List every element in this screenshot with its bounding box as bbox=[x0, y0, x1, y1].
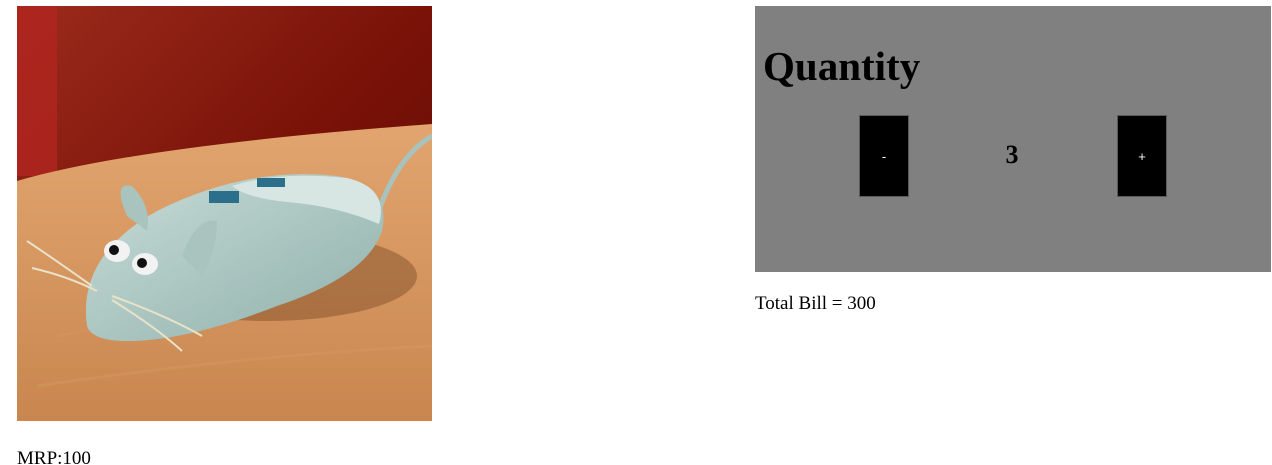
total-bill-text: Total Bill = 300 bbox=[755, 293, 876, 314]
increment-button[interactable]: + bbox=[1117, 115, 1167, 197]
mrp-text: MRP:100 bbox=[17, 448, 91, 465]
page: MRP:100 Quantity - 3 + Total Bill = 300 bbox=[0, 0, 1272, 465]
quantity-value: 3 bbox=[1005, 140, 1019, 169]
quantity-panel: Quantity - 3 + bbox=[755, 6, 1271, 272]
product-image bbox=[17, 6, 432, 421]
mouse-photo-illustration bbox=[17, 6, 432, 421]
quantity-title: Quantity bbox=[763, 43, 921, 89]
decrement-button[interactable]: - bbox=[859, 115, 909, 197]
